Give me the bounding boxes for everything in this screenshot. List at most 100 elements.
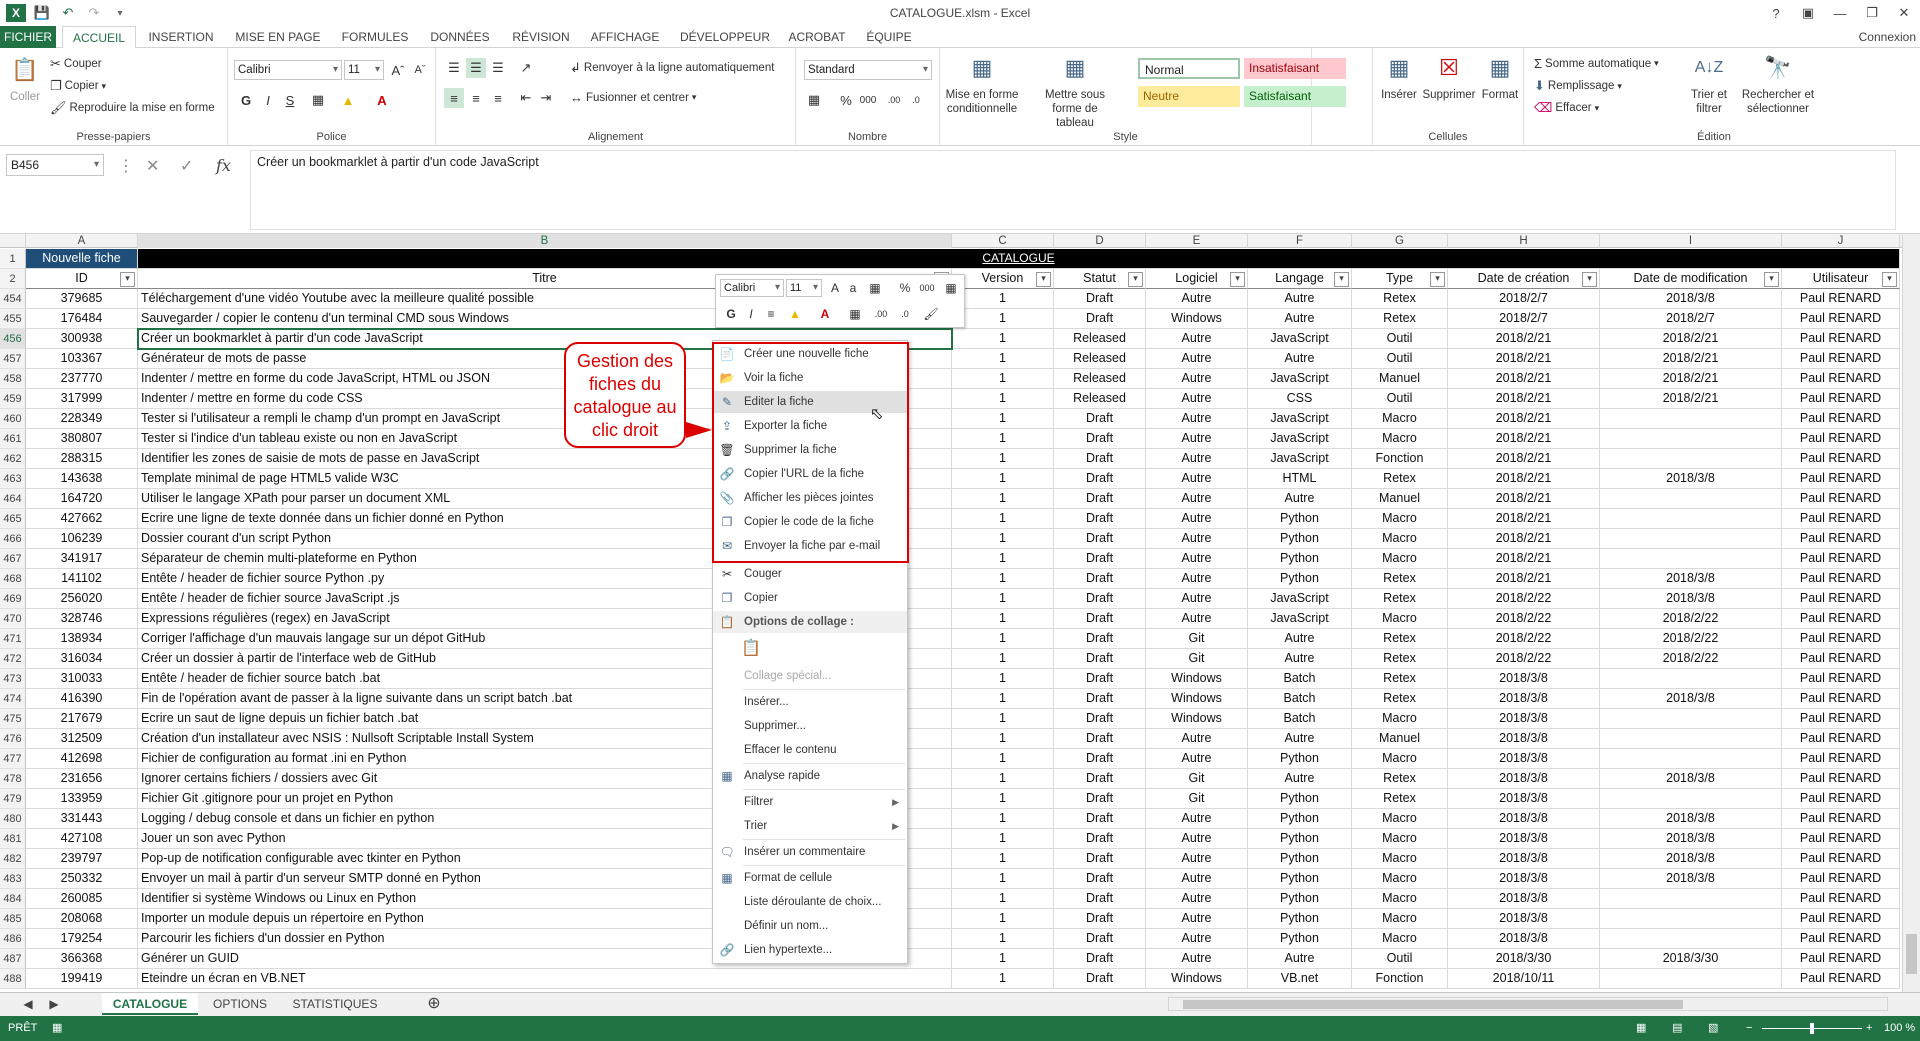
column-header-b[interactable]: B [138,234,952,248]
table-cell[interactable]: 2018/3/8 [1448,869,1600,889]
table-cell[interactable]: 427108 [26,829,138,849]
tab-formules[interactable]: FORMULES [336,26,414,48]
table-cell[interactable]: Draft [1054,429,1146,449]
table-cell[interactable]: 1 [952,589,1054,609]
orientation-icon[interactable]: ↗ [516,58,536,78]
delete-cells-button[interactable]: ☒ Supprimer [1421,52,1477,102]
row-header[interactable]: 464 [0,489,26,509]
table-cell[interactable]: Draft [1054,709,1146,729]
zoom-level[interactable]: 100 % [1884,1016,1915,1041]
menu-item-clear[interactable]: Effacer le contenu [713,739,907,761]
table-cell[interactable]: Paul RENARD [1782,649,1900,669]
table-cell[interactable]: 2018/3/8 [1448,729,1600,749]
mini-borders-icon[interactable]: ▦ [846,305,864,323]
table-cell[interactable]: Paul RENARD [1782,609,1900,629]
row-header[interactable]: 457 [0,349,26,369]
table-header-cell[interactable]: ID [26,269,138,289]
table-cell[interactable]: Draft [1054,929,1146,949]
table-cell[interactable]: 341917 [26,549,138,569]
table-cell[interactable]: 228349 [26,409,138,429]
table-cell[interactable]: Autre [1146,609,1248,629]
table-cell[interactable]: Fonction [1352,449,1448,469]
column-header-e[interactable]: E [1146,234,1248,248]
horizontal-scroll-thumb[interactable] [1183,1000,1683,1009]
menu-item-copy-code[interactable]: ❐ Copier le code de la fiche [713,511,907,533]
table-cell[interactable]: 1 [952,309,1054,329]
table-cell[interactable]: 1 [952,809,1054,829]
table-cell[interactable]: Paul RENARD [1782,589,1900,609]
table-cell[interactable]: Draft [1054,469,1146,489]
table-cell[interactable]: 2018/2/21 [1600,329,1782,349]
mini-percent-icon[interactable]: % [896,279,914,297]
table-cell[interactable]: 1 [952,909,1054,929]
table-cell[interactable]: 141102 [26,569,138,589]
row-header[interactable]: 2 [0,269,26,289]
row-header[interactable]: 456 [0,329,26,349]
table-cell[interactable]: 199419 [26,969,138,989]
table-cell[interactable]: Autre [1146,429,1248,449]
table-cell[interactable]: 1 [952,609,1054,629]
table-cell[interactable]: 2018/2/7 [1600,309,1782,329]
table-cell[interactable]: Draft [1054,509,1146,529]
undo-icon[interactable]: ↶ [58,3,78,23]
sheet-tab-statistiques[interactable]: STATISTIQUES [282,993,388,1015]
restore-icon[interactable]: ❐ [1856,0,1888,26]
table-cell[interactable]: Python [1248,789,1352,809]
table-cell[interactable]: 250332 [26,869,138,889]
table-cell[interactable]: 310033 [26,669,138,689]
help-icon[interactable]: ? [1760,0,1792,26]
table-cell[interactable]: 2018/2/21 [1448,569,1600,589]
table-cell[interactable]: 208068 [26,909,138,929]
table-cell[interactable]: Retex [1352,569,1448,589]
format-painter-button[interactable]: 🖌 Reproduire la mise en forme [50,100,215,116]
minimize-icon[interactable]: — [1824,0,1856,26]
table-cell[interactable]: 331443 [26,809,138,829]
table-cell[interactable]: Draft [1054,609,1146,629]
table-cell[interactable]: 328746 [26,609,138,629]
table-cell[interactable]: 1 [952,689,1054,709]
menu-item-copy-url[interactable]: 🔗 Copier l'URL de la fiche [713,463,907,485]
table-cell[interactable]: Autre [1146,889,1248,909]
copy-button[interactable]: ❐ Copier ▾ [50,78,106,94]
row-header[interactable]: 468 [0,569,26,589]
table-cell[interactable]: Manuel [1352,369,1448,389]
table-cell[interactable]: Autre [1146,409,1248,429]
table-cell[interactable]: 231656 [26,769,138,789]
table-cell[interactable]: Draft [1054,969,1146,989]
table-cell[interactable]: 164720 [26,489,138,509]
table-cell[interactable]: 416390 [26,689,138,709]
mini-bold-icon[interactable]: G [722,305,740,323]
number-format-combo[interactable]: Standard [804,60,932,80]
table-cell[interactable]: 256020 [26,589,138,609]
table-cell[interactable]: Git [1146,789,1248,809]
table-cell[interactable]: Git [1146,649,1248,669]
table-cell[interactable]: Macro [1352,929,1448,949]
save-icon[interactable]: 💾 [32,3,52,23]
table-cell[interactable]: 379685 [26,289,138,309]
table-cell[interactable]: Outil [1352,329,1448,349]
table-cell[interactable]: Python [1248,889,1352,909]
table-cell[interactable]: 2018/2/21 [1600,389,1782,409]
table-cell[interactable]: 2018/2/21 [1448,369,1600,389]
table-cell[interactable]: 1 [952,569,1054,589]
table-cell[interactable]: 2018/3/8 [1600,589,1782,609]
table-cell[interactable]: Autre [1248,309,1352,329]
table-cell[interactable]: Draft [1054,729,1146,749]
table-cell[interactable]: 2018/2/22 [1600,609,1782,629]
table-cell[interactable]: Python [1248,869,1352,889]
column-header-j[interactable]: J [1782,234,1900,248]
table-cell[interactable]: 2018/2/21 [1448,409,1600,429]
menu-item-quick-analysis[interactable]: ▦ Analyse rapide [713,765,907,787]
table-cell[interactable]: Paul RENARD [1782,549,1900,569]
row-header[interactable]: 482 [0,849,26,869]
table-cell[interactable]: JavaScript [1248,609,1352,629]
table-cell[interactable]: 2018/3/8 [1600,769,1782,789]
row-header[interactable]: 477 [0,749,26,769]
table-cell[interactable]: Retex [1352,289,1448,309]
table-cell[interactable]: 2018/3/8 [1448,889,1600,909]
insert-function-button[interactable]: fx [216,156,231,175]
column-header-g[interactable]: G [1352,234,1448,248]
table-cell[interactable]: 1 [952,369,1054,389]
table-cell[interactable]: 1 [952,529,1054,549]
tab-mise-en-page[interactable]: MISE EN PAGE [226,26,330,48]
